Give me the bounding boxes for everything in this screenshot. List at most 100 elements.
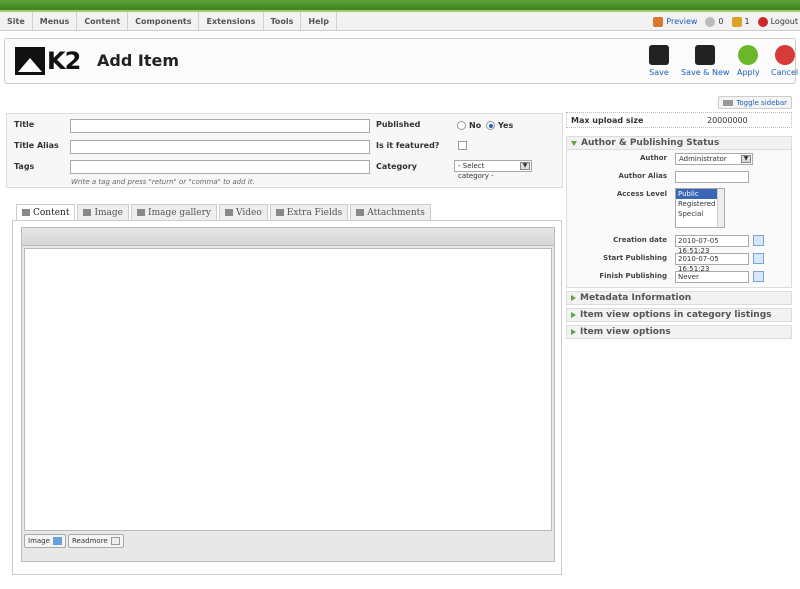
creation-date-input[interactable]: 2010-07-05 16:51:23 [675, 235, 749, 255]
start-publishing-label: Start Publishing [603, 254, 667, 262]
title-label: Title [14, 120, 35, 129]
save-new-label: Save & New [681, 68, 730, 77]
item-view-options-header[interactable]: Item view options [566, 325, 792, 339]
tab-video[interactable]: Video [219, 204, 268, 220]
author-alias-input[interactable] [675, 171, 749, 183]
camera-icon [137, 209, 146, 216]
calendar-icon[interactable] [753, 235, 764, 246]
category-listing-options-header[interactable]: Item view options in category listings [566, 308, 792, 322]
tags-label: Tags [14, 162, 35, 171]
category-select[interactable]: - Select category - ▼ [454, 160, 532, 180]
logout-icon [757, 16, 768, 27]
item-sidebar: Max upload size 20000000 Author & Publis… [566, 112, 792, 342]
messages-status[interactable]: 0 [705, 16, 724, 27]
title-alias-input[interactable] [70, 140, 370, 154]
access-level-listbox[interactable]: Public Registered Special [675, 188, 725, 228]
author-select[interactable]: Administrator ▼ [675, 153, 753, 165]
editor-readmore-label: Readmore [72, 537, 108, 545]
access-level-label: Access Level [616, 190, 667, 198]
tags-hint: Write a tag and press "return" or "comma… [71, 178, 255, 186]
tab-image-label: Image [94, 207, 124, 218]
editor-image-button[interactable]: Image [24, 534, 66, 548]
messages-icon [705, 16, 716, 27]
calendar-icon[interactable] [753, 253, 764, 264]
editor-image-label: Image [28, 537, 50, 545]
finish-publishing-input[interactable]: Never [675, 271, 749, 283]
menu-extensions[interactable]: Extensions [199, 11, 264, 31]
logout-label: Logout [770, 17, 798, 26]
featured-label: Is it featured? [376, 141, 440, 150]
image-icon [52, 537, 62, 545]
tags-input[interactable] [70, 160, 370, 174]
content-tab-panel: Image Readmore [12, 220, 562, 575]
document-icon [110, 537, 120, 545]
author-label: Author [640, 154, 667, 162]
editor-toolbar [22, 228, 554, 246]
cancel-button[interactable]: Cancel [771, 45, 798, 77]
chevron-down-icon: ▼ [741, 155, 751, 163]
preview-link[interactable]: Preview [653, 16, 698, 27]
chevron-right-icon [571, 312, 576, 318]
max-upload-label: Max upload size [571, 115, 644, 125]
editor-textarea[interactable] [24, 248, 552, 531]
title-input[interactable] [70, 119, 370, 133]
top-bar [0, 0, 800, 12]
radio-off-icon [457, 121, 466, 130]
tab-attachments[interactable]: Attachments [350, 204, 431, 220]
category-value: - Select category - [458, 162, 494, 180]
max-upload-value: 20000000 [707, 115, 748, 125]
tab-image-gallery-label: Image gallery [148, 207, 212, 218]
start-publishing-input[interactable]: 2010-07-05 16:51:23 [675, 253, 749, 273]
users-count: 1 [744, 17, 750, 26]
listbox-scrollbar[interactable] [717, 189, 724, 227]
save-icon [649, 45, 669, 65]
apply-button[interactable]: Apply [737, 45, 760, 77]
toggle-sidebar-button[interactable]: Toggle sidebar [718, 96, 792, 109]
item-view-options-title: Item view options [580, 327, 671, 337]
calendar-icon[interactable] [753, 271, 764, 282]
pencil-icon [22, 209, 30, 216]
menu-help[interactable]: Help [301, 11, 337, 31]
wrench-icon [275, 209, 284, 216]
chevron-down-icon [571, 140, 577, 146]
status-area: Preview 0 1 Logout [653, 12, 800, 31]
tab-image[interactable]: Image [77, 204, 130, 220]
published-yes-radio[interactable]: Yes [486, 121, 513, 130]
editor-frame: Image Readmore [21, 227, 555, 562]
tab-content[interactable]: Content [16, 204, 76, 220]
save-button[interactable]: Save [649, 45, 669, 77]
preview-label: Preview [666, 17, 698, 26]
chevron-right-icon [571, 295, 576, 301]
tab-extra-fields-label: Extra Fields [286, 207, 343, 218]
author-value: Administrator [679, 155, 727, 163]
author-publishing-panel-header[interactable]: Author & Publishing Status [566, 136, 792, 150]
save-new-button[interactable]: Save & New [681, 45, 729, 77]
users-status[interactable]: 1 [731, 16, 750, 27]
tab-extra-fields[interactable]: Extra Fields [269, 204, 349, 220]
basic-details-panel: Title Title Alias Tags Write a tag and p… [6, 113, 563, 188]
menu-content[interactable]: Content [77, 11, 129, 31]
k2-logo-icon [15, 47, 45, 75]
save-new-icon [695, 45, 716, 65]
logout-link[interactable]: Logout [757, 16, 798, 27]
published-no-radio[interactable]: No [457, 121, 481, 130]
published-no-label: No [469, 121, 482, 130]
published-yes-label: Yes [498, 121, 514, 130]
title-alias-label: Title Alias [14, 141, 59, 150]
finish-publishing-label: Finish Publishing [599, 272, 667, 280]
paperclip-icon [356, 209, 365, 216]
menu-tools[interactable]: Tools [264, 11, 302, 31]
editor-readmore-button[interactable]: Readmore [68, 534, 124, 548]
menu-components[interactable]: Components [128, 11, 200, 31]
menu-site[interactable]: Site [0, 11, 33, 31]
film-icon [225, 209, 234, 216]
metadata-panel-header[interactable]: Metadata Information [566, 291, 792, 305]
messages-count: 0 [718, 17, 724, 26]
k2-logo: K2 [15, 47, 87, 75]
toggle-sidebar-label: Toggle sidebar [736, 98, 787, 107]
checkmark-icon [738, 45, 759, 65]
featured-checkbox[interactable] [458, 141, 467, 150]
image-icon [83, 209, 92, 216]
menu-menus[interactable]: Menus [33, 11, 78, 31]
tab-image-gallery[interactable]: Image gallery [131, 204, 218, 220]
